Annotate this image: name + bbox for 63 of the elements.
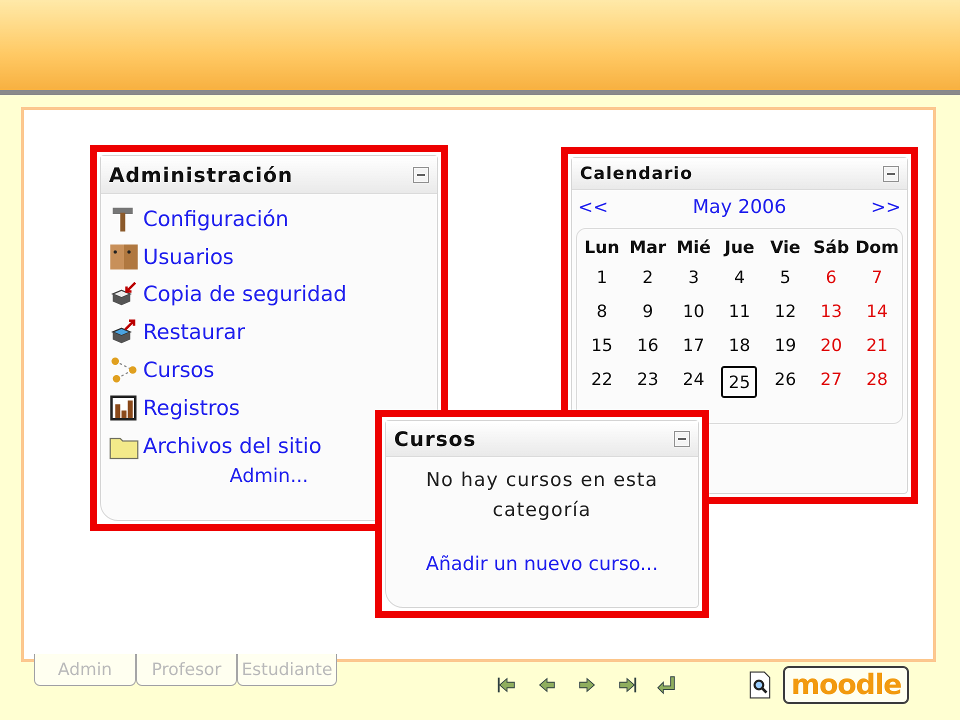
minus-icon bbox=[887, 172, 895, 174]
calendar-date[interactable]: 3 bbox=[676, 263, 712, 297]
add-course-link[interactable]: Añadir un nuevo curso... bbox=[426, 553, 658, 575]
admin-link[interactable]: Configuración bbox=[143, 206, 289, 231]
return-icon bbox=[656, 674, 678, 696]
block-title: Calendario bbox=[580, 164, 693, 184]
admin-link[interactable]: Registros bbox=[143, 396, 240, 420]
logo: moodle bbox=[783, 666, 910, 704]
calendar-date[interactable]: 10 bbox=[676, 297, 712, 331]
calendar-date[interactable]: 11 bbox=[721, 297, 758, 331]
calendar-date[interactable]: 24 bbox=[676, 365, 712, 399]
previous-month-link[interactable]: << bbox=[578, 196, 608, 218]
calendar-date[interactable]: 6 bbox=[813, 263, 850, 297]
empty-message: No hay cursos en esta categoría bbox=[424, 468, 660, 523]
calendar-date[interactable]: 19 bbox=[767, 331, 804, 365]
calendar-date[interactable]: 12 bbox=[767, 297, 804, 331]
calendar-date[interactable]: 14 bbox=[859, 297, 896, 331]
more-link[interactable]: Admin... bbox=[230, 464, 308, 487]
calendar-date[interactable]: 5 bbox=[767, 263, 804, 297]
weekday-label: Dom bbox=[854, 237, 900, 260]
collapse-button[interactable] bbox=[674, 430, 690, 446]
calendar-date[interactable]: 27 bbox=[813, 365, 850, 399]
admin-link[interactable]: Cursos bbox=[143, 358, 214, 382]
calendar-date[interactable]: 7 bbox=[859, 263, 896, 297]
next-month-link[interactable]: >> bbox=[870, 196, 901, 218]
calendar-date[interactable]: 15 bbox=[584, 331, 620, 365]
weekday-label: Mar bbox=[628, 237, 668, 260]
weekday-label: Vie bbox=[769, 237, 802, 260]
admin-link[interactable]: Restaurar bbox=[143, 320, 246, 344]
collapse-button[interactable] bbox=[413, 166, 429, 182]
calendar-date[interactable]: 2 bbox=[630, 263, 666, 297]
calendar-date[interactable]: 8 bbox=[584, 297, 620, 331]
calendar-date[interactable]: 9 bbox=[630, 297, 666, 331]
admin-link[interactable]: Archivos del sitio bbox=[143, 434, 322, 458]
weekday-label: Lun bbox=[583, 237, 620, 260]
block-title: Cursos bbox=[394, 426, 476, 450]
calendar-date[interactable]: 13 bbox=[813, 297, 850, 331]
month-link[interactable]: May 2006 bbox=[692, 196, 786, 218]
weekday-label: Jue bbox=[722, 237, 756, 260]
calendar-date[interactable]: 22 bbox=[584, 365, 620, 399]
calendar-date[interactable]: 21 bbox=[859, 331, 896, 365]
collapse-button[interactable] bbox=[883, 166, 899, 182]
admin-link[interactable]: Usuarios bbox=[143, 244, 234, 269]
calendar-date[interactable]: 1 bbox=[584, 263, 620, 297]
today-date[interactable]: 25 bbox=[721, 366, 758, 398]
nodes-icon bbox=[109, 355, 139, 386]
weekday-label: Sáb bbox=[812, 237, 850, 260]
calendar-date[interactable]: 17 bbox=[676, 331, 712, 365]
calendar-date[interactable]: 4 bbox=[721, 263, 758, 297]
admin-link[interactable]: Copia de seguridad bbox=[143, 282, 347, 306]
minus-icon bbox=[417, 174, 425, 176]
search-icon[interactable] bbox=[747, 670, 773, 698]
calendar-date[interactable]: 16 bbox=[630, 331, 666, 365]
calendar-date[interactable]: 20 bbox=[813, 331, 850, 365]
block-title: Administración bbox=[109, 162, 294, 186]
weekday-label: Mié bbox=[675, 237, 712, 260]
calendar-date[interactable]: 28 bbox=[859, 365, 896, 399]
calendar-date[interactable]: 23 bbox=[630, 365, 666, 399]
minus-icon bbox=[678, 438, 686, 440]
calendar-date[interactable]: 26 bbox=[767, 365, 804, 399]
calendar-date[interactable]: 18 bbox=[721, 331, 758, 365]
users-icon bbox=[109, 242, 139, 272]
chart-icon bbox=[109, 392, 139, 423]
